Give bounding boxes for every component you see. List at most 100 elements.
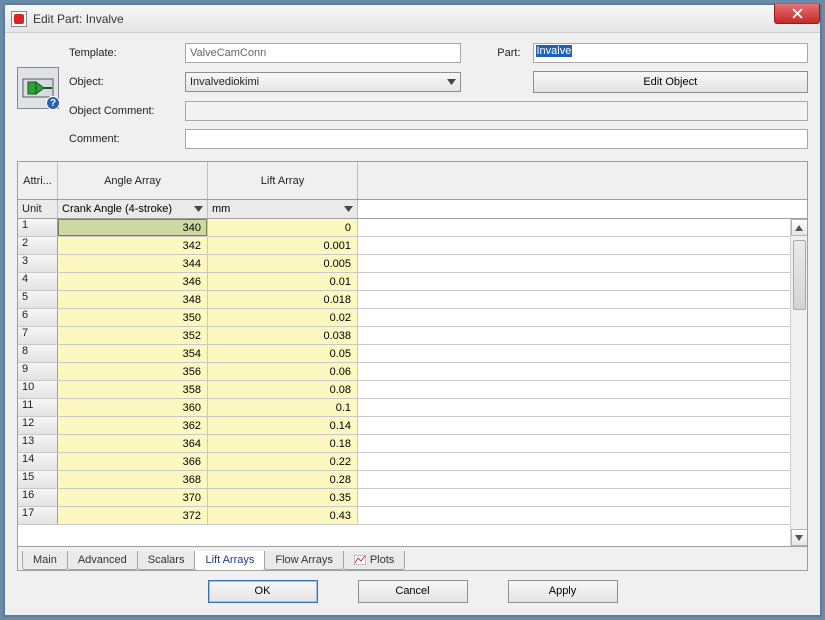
row-number[interactable]: 3 [18,255,58,272]
cell-angle[interactable]: 344 [58,255,208,272]
part-field[interactable] [533,43,809,63]
data-rows: 1340023420.00133440.00543460.0153480.018… [18,219,807,546]
plot-icon [354,555,366,565]
scroll-up-button[interactable] [791,219,808,236]
cell-angle[interactable]: 360 [58,399,208,416]
row-number[interactable]: 8 [18,345,58,362]
scroll-thumb[interactable] [793,240,806,310]
cell-lift[interactable]: 0.01 [208,273,358,290]
tab-plots[interactable]: Plots [343,551,405,570]
row-number[interactable]: 1 [18,219,58,236]
table-row[interactable]: 113600.1 [18,399,807,417]
cell-angle[interactable]: 350 [58,309,208,326]
table-row[interactable]: 63500.02 [18,309,807,327]
cell-lift[interactable]: 0.06 [208,363,358,380]
cell-angle[interactable]: 368 [58,471,208,488]
row-number[interactable]: 15 [18,471,58,488]
cell-lift[interactable]: 0.001 [208,237,358,254]
unit-lift-combo[interactable]: mm [208,200,358,218]
vertical-scrollbar[interactable] [790,219,807,546]
table-row[interactable]: 53480.018 [18,291,807,309]
row-number[interactable]: 14 [18,453,58,470]
cell-lift[interactable]: 0.1 [208,399,358,416]
unit-angle-combo[interactable]: Crank Angle (4-stroke) [58,200,208,218]
cell-lift[interactable]: 0.02 [208,309,358,326]
part-type-icon[interactable]: ? [17,67,59,109]
row-number[interactable]: 7 [18,327,58,344]
row-number[interactable]: 10 [18,381,58,398]
row-number[interactable]: 17 [18,507,58,524]
cell-lift[interactable]: 0.08 [208,381,358,398]
cell-lift[interactable]: 0.18 [208,435,358,452]
cell-angle[interactable]: 366 [58,453,208,470]
table-row[interactable]: 73520.038 [18,327,807,345]
cell-angle[interactable]: 352 [58,327,208,344]
content-pane: ? Template: Part: Invalve Object: Invalv… [5,33,820,615]
table-row[interactable]: 133640.18 [18,435,807,453]
col-header-angle[interactable]: Angle Array [58,162,208,199]
row-number[interactable]: 13 [18,435,58,452]
tab-scalars[interactable]: Scalars [137,551,196,570]
cell-angle[interactable]: 342 [58,237,208,254]
object-combo[interactable]: Invalvediokimi [185,72,461,92]
tab-main[interactable]: Main [22,551,68,570]
attribute-header[interactable]: Attri... [18,162,58,199]
col-header-lift[interactable]: Lift Array [208,162,358,199]
cell-lift[interactable]: 0 [208,219,358,236]
cell-angle[interactable]: 354 [58,345,208,362]
object-comment-field[interactable] [185,101,808,121]
cell-lift[interactable]: 0.28 [208,471,358,488]
cancel-button[interactable]: Cancel [358,580,468,603]
cell-angle[interactable]: 356 [58,363,208,380]
table-row[interactable]: 143660.22 [18,453,807,471]
ok-button[interactable]: OK [208,580,318,603]
row-number[interactable]: 11 [18,399,58,416]
titlebar[interactable]: Edit Part: Invalve [5,5,820,33]
cell-lift[interactable]: 0.038 [208,327,358,344]
cell-lift[interactable]: 0.018 [208,291,358,308]
cell-lift[interactable]: 0.14 [208,417,358,434]
table-row[interactable]: 13400 [18,219,807,237]
row-number[interactable]: 5 [18,291,58,308]
cell-angle[interactable]: 340 [58,219,208,236]
cell-lift[interactable]: 0.05 [208,345,358,362]
table-row[interactable]: 83540.05 [18,345,807,363]
cell-angle[interactable]: 346 [58,273,208,290]
table-row[interactable]: 33440.005 [18,255,807,273]
template-field[interactable] [185,43,461,63]
table-row[interactable]: 123620.14 [18,417,807,435]
cell-angle[interactable]: 358 [58,381,208,398]
row-number[interactable]: 16 [18,489,58,506]
tab-flow-arrays[interactable]: Flow Arrays [264,551,343,570]
table-row[interactable]: 153680.28 [18,471,807,489]
close-button[interactable] [774,4,820,24]
row-number[interactable]: 6 [18,309,58,326]
row-number[interactable]: 4 [18,273,58,290]
tab-advanced[interactable]: Advanced [67,551,138,570]
cell-angle[interactable]: 370 [58,489,208,506]
edit-object-button[interactable]: Edit Object [533,71,809,93]
apply-button[interactable]: Apply [508,580,618,603]
table-row[interactable]: 173720.43 [18,507,807,525]
table-row[interactable]: 43460.01 [18,273,807,291]
help-icon[interactable]: ? [46,96,60,110]
row-number[interactable]: 12 [18,417,58,434]
cell-lift[interactable]: 0.35 [208,489,358,506]
row-number[interactable]: 2 [18,237,58,254]
cell-angle[interactable]: 362 [58,417,208,434]
cell-angle[interactable]: 348 [58,291,208,308]
tab-lift-arrays[interactable]: Lift Arrays [194,551,265,571]
table-row[interactable]: 103580.08 [18,381,807,399]
cell-lift[interactable]: 0.43 [208,507,358,524]
cell-angle[interactable]: 364 [58,435,208,452]
comment-field[interactable] [185,129,808,149]
table-row[interactable]: 93560.06 [18,363,807,381]
cell-angle[interactable]: 372 [58,507,208,524]
cell-lift[interactable]: 0.005 [208,255,358,272]
cell-lift[interactable]: 0.22 [208,453,358,470]
scroll-down-button[interactable] [791,529,808,546]
scroll-track[interactable] [791,236,808,529]
table-row[interactable]: 23420.001 [18,237,807,255]
row-number[interactable]: 9 [18,363,58,380]
table-row[interactable]: 163700.35 [18,489,807,507]
